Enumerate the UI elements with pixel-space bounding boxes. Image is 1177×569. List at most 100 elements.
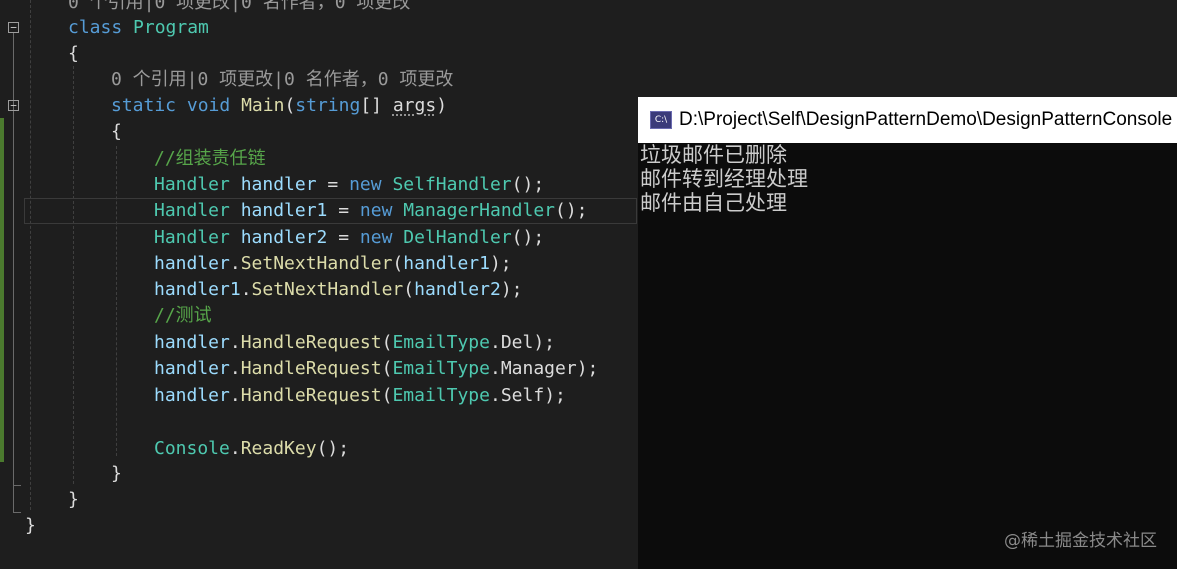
punctuation: ); bbox=[576, 358, 599, 379]
method-name: ReadKey bbox=[240, 438, 317, 459]
main-method-signature[interactable]: static void Main(string[] args) bbox=[111, 93, 447, 119]
paren: ) bbox=[436, 95, 448, 116]
console-output-line: 邮件转到经理处理 bbox=[640, 167, 808, 191]
punctuation: ); bbox=[489, 253, 512, 274]
variable-name: handler1 bbox=[403, 253, 490, 274]
paren: ( bbox=[403, 279, 415, 300]
code-line[interactable]: handler1.SetNextHandler(handler2); bbox=[154, 277, 523, 303]
punctuation: ); bbox=[544, 385, 566, 406]
comment-line[interactable]: //测试 bbox=[154, 303, 212, 329]
punctuation: (); bbox=[555, 200, 588, 221]
new-keyword: new bbox=[349, 174, 382, 195]
open-brace: { bbox=[68, 43, 79, 64]
variable-name: handler2 bbox=[414, 279, 501, 300]
console-output-line: 垃圾邮件已删除 bbox=[640, 143, 787, 167]
dot: . bbox=[229, 385, 241, 406]
class-keyword: class bbox=[68, 17, 123, 38]
dot: . bbox=[489, 385, 501, 406]
comment-line[interactable]: //组装责任链 bbox=[154, 146, 266, 172]
paren: ( bbox=[284, 95, 296, 116]
code-line[interactable]: handler.SetNextHandler(handler1); bbox=[154, 251, 512, 277]
punctuation: ); bbox=[533, 332, 556, 353]
outline-end-tick bbox=[13, 512, 21, 513]
type-name: Console bbox=[154, 438, 230, 459]
paren: ( bbox=[381, 332, 393, 353]
method-name: HandleRequest bbox=[240, 385, 382, 406]
console-window[interactable]: C:\ D:\Project\Self\DesignPatternDemo\De… bbox=[638, 97, 1177, 569]
string-keyword: string bbox=[295, 95, 361, 116]
variable-name: handler1 bbox=[154, 279, 241, 300]
variable-name: handler bbox=[240, 174, 317, 195]
punctuation: (); bbox=[511, 227, 545, 248]
operator: = bbox=[316, 174, 350, 195]
operator: = bbox=[327, 200, 360, 221]
outline-end-tick bbox=[13, 485, 21, 486]
watermark: @稀土掘金技术社区 bbox=[1004, 531, 1157, 551]
codelens-references[interactable]: 0 个引用|0 项更改|0 名作者，0 项更改 bbox=[111, 67, 453, 93]
paren: ( bbox=[381, 385, 393, 406]
collapse-class-icon[interactable]: − bbox=[8, 22, 19, 33]
type-name: Handler bbox=[154, 174, 230, 195]
variable-name: handler bbox=[154, 385, 230, 406]
operator: = bbox=[327, 227, 360, 248]
code-line[interactable]: handler.HandleRequest(EmailType.Del); bbox=[154, 330, 555, 356]
class-declaration[interactable]: class Program bbox=[68, 15, 209, 41]
array-brackets: [] bbox=[360, 95, 393, 116]
method-name: SetNextHandler bbox=[240, 253, 393, 274]
dot: . bbox=[489, 358, 501, 379]
enum-member: Del bbox=[500, 332, 534, 353]
code-line[interactable]: Handler handler = new SelfHandler(); bbox=[154, 172, 544, 198]
method-name: HandleRequest bbox=[240, 358, 382, 379]
new-keyword: new bbox=[359, 200, 393, 221]
console-output-line: 邮件由自己处理 bbox=[640, 191, 787, 215]
enum-name: EmailType bbox=[392, 385, 490, 406]
collapse-method-icon[interactable]: − bbox=[8, 100, 19, 111]
codelens-references[interactable]: 0 个引用|0 项更改|0 名作者，0 项更改 bbox=[68, 0, 410, 16]
enum-name: EmailType bbox=[392, 358, 490, 379]
type-name: Handler bbox=[154, 200, 230, 221]
code-line[interactable]: Console.ReadKey(); bbox=[154, 436, 349, 462]
console-title: D:\Project\Self\DesignPatternDemo\Design… bbox=[679, 109, 1173, 130]
type-name: Handler bbox=[154, 227, 230, 248]
paren: ( bbox=[392, 253, 404, 274]
static-keyword: static bbox=[111, 95, 177, 116]
close-brace: } bbox=[25, 515, 36, 536]
dot: . bbox=[229, 358, 241, 379]
dot: . bbox=[229, 438, 241, 459]
close-brace: } bbox=[111, 463, 122, 484]
change-indicator-bar bbox=[0, 118, 4, 462]
close-brace: } bbox=[68, 489, 79, 510]
dot: . bbox=[229, 332, 241, 353]
enum-member: Self bbox=[500, 385, 545, 406]
code-line[interactable]: Handler handler1 = new ManagerHandler(); bbox=[154, 198, 588, 224]
method-name: HandleRequest bbox=[240, 332, 382, 353]
dot: . bbox=[229, 253, 241, 274]
enum-name: EmailType bbox=[392, 332, 490, 353]
type-name: ManagerHandler bbox=[403, 200, 555, 221]
indent-guide bbox=[116, 146, 117, 456]
console-title-bar[interactable]: C:\ D:\Project\Self\DesignPatternDemo\De… bbox=[638, 97, 1177, 143]
enum-member: Manager bbox=[500, 358, 577, 379]
punctuation: ); bbox=[500, 279, 523, 300]
variable-name: handler bbox=[154, 358, 230, 379]
variable-name: handler2 bbox=[240, 227, 328, 248]
variable-name: handler1 bbox=[240, 200, 328, 221]
code-line[interactable]: handler.HandleRequest(EmailType.Manager)… bbox=[154, 356, 598, 382]
console-app-icon: C:\ bbox=[650, 111, 672, 129]
code-line[interactable]: handler.HandleRequest(EmailType.Self); bbox=[154, 383, 566, 409]
parameter-name: args bbox=[392, 95, 437, 116]
variable-name: handler bbox=[154, 253, 230, 274]
punctuation: (); bbox=[511, 174, 545, 195]
new-keyword: new bbox=[359, 227, 393, 248]
code-line[interactable]: Handler handler2 = new DelHandler(); bbox=[154, 225, 544, 251]
type-name: SelfHandler bbox=[392, 174, 512, 195]
variable-name: handler bbox=[154, 332, 230, 353]
void-keyword: void bbox=[186, 95, 231, 116]
dot: . bbox=[489, 332, 501, 353]
open-brace: { bbox=[111, 121, 122, 142]
indent-guide bbox=[73, 66, 74, 484]
class-name: Program bbox=[133, 17, 209, 38]
method-name: SetNextHandler bbox=[251, 279, 404, 300]
dot: . bbox=[240, 279, 252, 300]
indent-guide bbox=[30, 0, 31, 510]
